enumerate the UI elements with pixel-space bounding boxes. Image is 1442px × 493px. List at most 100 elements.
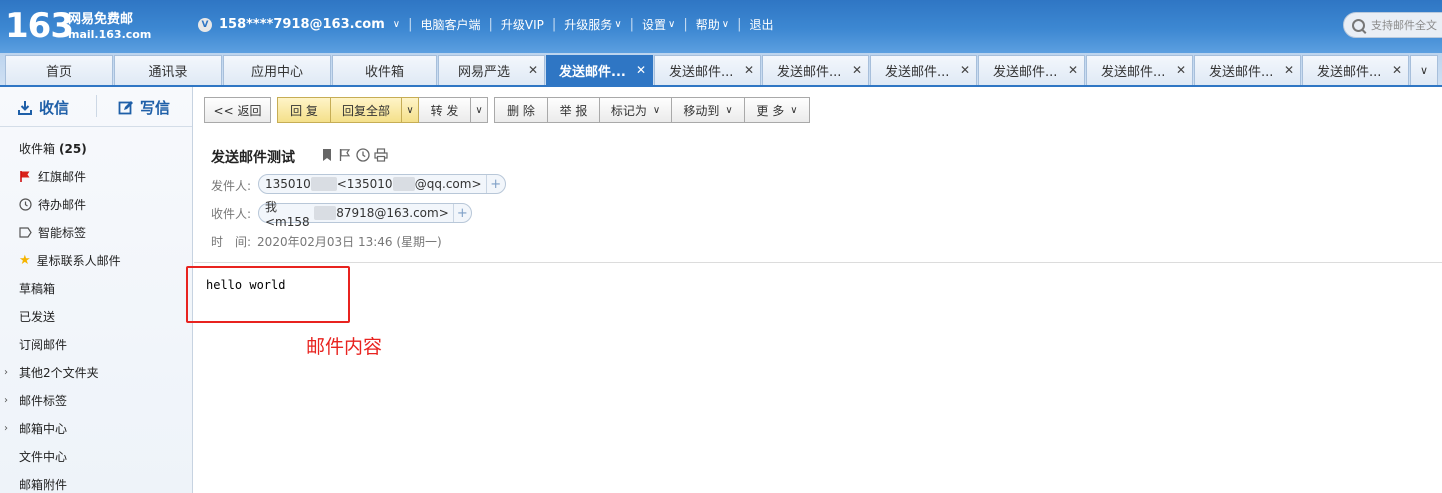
receive-button[interactable]: 收信	[17, 97, 69, 118]
add-contact-icon[interactable]: +	[485, 175, 506, 193]
close-icon[interactable]: ✕	[1068, 63, 1078, 77]
sidebar: 收信 写信 收件箱 (25) 红旗邮件 待办邮件 智能标签 ★ 星标联系人邮件 草稿…	[0, 87, 193, 493]
help-link[interactable]: 帮助	[696, 16, 720, 33]
sidebar-item-todo[interactable]: 待办邮件	[19, 196, 86, 213]
sidebar-item-inbox[interactable]: 收件箱 (25)	[19, 140, 87, 157]
annotation-highlight-box	[186, 266, 350, 323]
settings-link[interactable]: 设置	[642, 16, 666, 33]
user-email[interactable]: 158****7918@163.com	[219, 17, 385, 32]
tab-more-dropdown[interactable]: ∨	[1410, 55, 1438, 85]
reply-dropdown-chevron-icon[interactable]: ∨	[402, 97, 419, 123]
tab-send-mail[interactable]: 发送邮件... ✕	[978, 55, 1085, 85]
compose-button[interactable]: 写信	[118, 97, 170, 118]
logo-text: 网易免费邮 mail.163.com	[68, 12, 151, 42]
unread-count: (25)	[59, 141, 87, 156]
sidebar-item-subscriptions[interactable]: 订阅邮件	[19, 336, 67, 353]
move-to-button[interactable]: 移动到 ∨	[672, 97, 745, 123]
sidebar-item-file-center[interactable]: 文件中心	[19, 448, 67, 465]
close-icon[interactable]: ✕	[744, 63, 754, 77]
clock-icon	[19, 198, 32, 211]
mail-subject: 发送邮件测试	[211, 150, 295, 166]
search-placeholder: 支持邮件全文	[1371, 19, 1437, 32]
logo-163[interactable]: 163	[5, 6, 74, 46]
tab-yanxuan[interactable]: 网易严选 ✕	[438, 55, 545, 85]
close-icon[interactable]: ✕	[636, 63, 646, 77]
close-icon[interactable]: ✕	[1284, 63, 1294, 77]
clock-icon[interactable]	[356, 148, 370, 162]
tab-send-mail[interactable]: 发送邮件... ✕	[870, 55, 977, 85]
chevron-right-icon[interactable]: ›	[4, 423, 8, 434]
flag-icon[interactable]	[338, 148, 352, 162]
tab-send-mail-active[interactable]: 发送邮件... ✕	[546, 55, 653, 85]
tab-send-mail[interactable]: 发送邮件... ✕	[654, 55, 761, 85]
sidebar-item-sent[interactable]: 已发送	[19, 308, 55, 325]
redacted-mask	[392, 177, 415, 191]
sidebar-item-drafts[interactable]: 草稿箱	[19, 280, 55, 297]
time-row: 时 间: 2020年02月03日 13:46 (星期一)	[211, 233, 442, 250]
redacted-mask	[313, 206, 337, 220]
tab-home[interactable]: 首页	[5, 55, 113, 85]
chevron-down-icon[interactable]: ∨	[614, 19, 621, 30]
divider: |	[408, 17, 413, 32]
chevron-down-icon[interactable]: ∨	[668, 19, 675, 30]
divider	[96, 95, 97, 117]
chevron-down-icon[interactable]: ∨	[722, 19, 729, 30]
logout-link[interactable]: 退出	[750, 16, 774, 33]
close-icon[interactable]: ✕	[852, 63, 862, 77]
sidebar-item-smart-tag[interactable]: 智能标签	[19, 224, 86, 241]
vip-badge-icon[interactable]: V	[198, 17, 212, 32]
folder-label: 待办邮件	[38, 198, 87, 212]
tab-send-mail[interactable]: 发送邮件... ✕	[762, 55, 869, 85]
chevron-down-icon: ∨	[1419, 64, 1429, 77]
close-icon[interactable]: ✕	[960, 63, 970, 77]
folder-label: 邮件标签	[19, 394, 68, 408]
close-icon[interactable]: ✕	[528, 63, 538, 77]
recipient-chip[interactable]: 我<m158 87918@163.com> +	[258, 200, 472, 229]
divider: |	[683, 17, 688, 32]
tab-label: 发送邮件...	[1317, 65, 1382, 80]
recipient-name: 我<m158	[265, 199, 310, 229]
sidebar-item-mail-tags[interactable]: › 邮件标签	[4, 392, 68, 409]
tab-send-mail[interactable]: 发送邮件... ✕	[1302, 55, 1409, 85]
brand-name: 网易免费邮	[68, 12, 134, 27]
back-button[interactable]: << 返回	[204, 97, 271, 123]
tab-inbox[interactable]: 收件箱	[332, 55, 437, 85]
close-icon[interactable]: ✕	[1392, 63, 1402, 77]
folder-label: 智能标签	[38, 226, 87, 240]
chevron-down-icon[interactable]: ∨	[393, 19, 400, 30]
desktop-client-link[interactable]: 电脑客户端	[421, 16, 481, 33]
chevron-down-icon: ∨	[790, 104, 798, 116]
upgrade-vip-link[interactable]: 升级VIP	[501, 16, 544, 33]
reply-all-button[interactable]: 回复全部	[331, 97, 402, 123]
more-button[interactable]: 更 多 ∨	[745, 97, 810, 123]
add-contact-icon[interactable]: +	[452, 204, 471, 222]
sidebar-item-starred-contacts[interactable]: ★ 星标联系人邮件	[19, 252, 121, 269]
sidebar-item-mail-center[interactable]: › 邮箱中心	[4, 420, 67, 437]
delete-button[interactable]: 删 除	[494, 97, 548, 123]
folder-label: 草稿箱	[19, 282, 56, 296]
upgrade-service-link[interactable]: 升级服务	[564, 16, 612, 33]
tab-send-mail[interactable]: 发送邮件... ✕	[1086, 55, 1193, 85]
search-box[interactable]: 支持邮件全文	[1343, 12, 1442, 38]
sidebar-item-flagged[interactable]: 红旗邮件	[19, 168, 86, 185]
chevron-down-icon: ∨	[652, 104, 661, 116]
bookmark-icon[interactable]	[320, 148, 334, 162]
print-icon[interactable]	[374, 148, 388, 162]
mark-as-button[interactable]: 标记为 ∨	[600, 97, 672, 123]
chevron-right-icon[interactable]: ›	[4, 367, 8, 378]
tab-send-mail[interactable]: 发送邮件... ✕	[1194, 55, 1301, 85]
chevron-right-icon[interactable]: ›	[4, 395, 8, 406]
top-header: 163 网易免费邮 mail.163.com V 158****7918@163…	[0, 0, 1442, 53]
brand-domain: mail.163.com	[68, 28, 152, 41]
tab-apps[interactable]: 应用中心	[223, 55, 331, 85]
annotation-label: 邮件内容	[306, 336, 383, 358]
sender-chip[interactable]: 135010 <135010 @qq.com> +	[258, 174, 506, 194]
report-button[interactable]: 举 报	[548, 97, 600, 123]
tab-contacts[interactable]: 通讯录	[114, 55, 222, 85]
reply-button[interactable]: 回 复	[277, 97, 331, 123]
sidebar-item-other-folders[interactable]: › 其他2个文件夹	[4, 364, 99, 381]
close-icon[interactable]: ✕	[1176, 63, 1186, 77]
forward-button[interactable]: 转 发	[419, 97, 471, 123]
forward-dropdown-chevron-icon[interactable]: ∨	[471, 97, 488, 123]
sidebar-item-attachments[interactable]: 邮箱附件	[19, 476, 67, 493]
